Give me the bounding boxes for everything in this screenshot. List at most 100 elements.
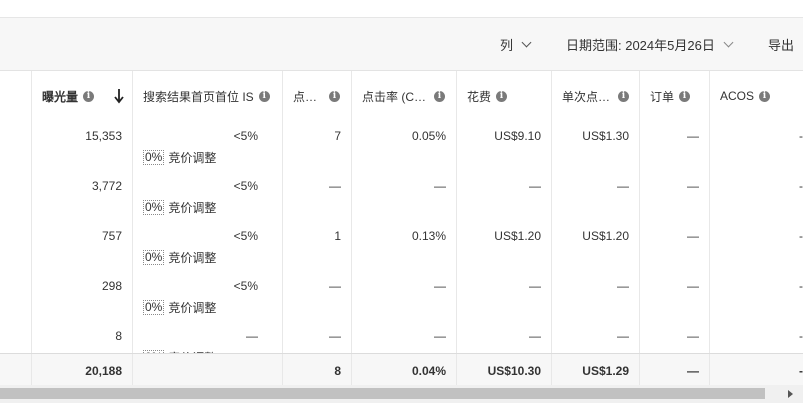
top-is-cell: <5% 0% 竞价调整 (133, 170, 283, 220)
header-orders[interactable]: 订单 i (640, 71, 710, 121)
info-icon[interactable]: i (329, 90, 341, 102)
header-cpc[interactable]: 单次点… i (552, 71, 640, 121)
header-acos[interactable]: ACOS i (710, 71, 803, 121)
horizontal-scrollbar[interactable] (0, 385, 803, 403)
acos-value: - (799, 129, 803, 143)
orders-value-cell: — (640, 120, 710, 170)
total-acos-cell: - (710, 354, 803, 386)
header-clicks[interactable]: 点… i (283, 71, 352, 121)
header-spend-label: 花费 (467, 89, 492, 104)
row-spacer-cell (0, 220, 32, 270)
impressions-value-cell: 15,353 (32, 120, 133, 170)
acos-value-cell: - (710, 270, 803, 320)
ctr-value-cell: — (352, 270, 457, 320)
clicks-value: 7 (334, 129, 341, 143)
sort-descending-icon[interactable] (114, 88, 124, 104)
clicks-value-cell: 7 (283, 120, 352, 170)
bid-adjust-label: 竞价调整 (168, 301, 217, 315)
spend-value: US$9.10 (494, 129, 541, 143)
bid-adjust-percent[interactable]: 0% (143, 150, 165, 165)
total-impressions-cell: 20,188 (32, 354, 133, 386)
orders-value: — (687, 229, 699, 243)
total-cpc: US$1.29 (582, 364, 629, 378)
clicks-value: — (329, 179, 341, 193)
total-spend-cell: US$10.30 (457, 354, 552, 386)
ctr-value-cell: — (352, 170, 457, 220)
cpc-value: US$1.20 (582, 229, 629, 243)
row-spacer-cell (0, 120, 32, 170)
bid-adjustment[interactable]: 0%竞价调整 (143, 149, 216, 166)
top-is-value: <5% (233, 129, 258, 143)
cpc-value: — (617, 329, 629, 343)
table-header-row: 曝光量 i 搜索结果首页首位 IS i 点… i 点击率 (C… i 花费 i … (0, 70, 803, 122)
header-ctr[interactable]: 点击率 (C… i (352, 71, 457, 121)
bid-adjustment[interactable]: 0%竞价调整 (143, 299, 216, 316)
bid-adjustment[interactable]: 0%竞价调整 (143, 249, 216, 266)
bid-adjust-percent[interactable]: 0% (143, 300, 165, 315)
bid-adjustment[interactable]: 0%竞价调整 (143, 199, 216, 216)
top-is-value: <5% (233, 229, 258, 243)
info-icon[interactable]: i (496, 90, 508, 102)
total-spend: US$10.30 (487, 364, 541, 378)
header-top-is-label: 搜索结果首页首位 IS (143, 89, 254, 104)
acos-value-cell: - (710, 120, 803, 170)
orders-value-cell: — (640, 220, 710, 270)
impressions-value-cell: 757 (32, 220, 133, 270)
header-top-of-search-is[interactable]: 搜索结果首页首位 IS i (133, 71, 283, 121)
bid-adjust-percent[interactable]: 0% (143, 250, 165, 265)
info-icon[interactable]: i (759, 90, 771, 102)
header-ctr-label: 点击率 (C… (362, 89, 426, 104)
bid-adjust-percent[interactable]: 0% (143, 200, 165, 215)
info-icon[interactable]: i (83, 90, 95, 102)
acos-value: - (799, 279, 803, 293)
clicks-value: — (329, 279, 341, 293)
spend-value: — (529, 329, 541, 343)
table-row: 15,353 <5% 0% 竞价调整 7 0.05% US$9.10 US$1.30 — - (0, 120, 803, 171)
row-spacer-cell (0, 270, 32, 320)
header-acos-label: ACOS (720, 89, 755, 103)
total-impressions: 20,188 (85, 364, 122, 378)
info-icon[interactable]: i (258, 90, 270, 102)
export-button[interactable]: 导出 (768, 35, 794, 54)
cpc-value-cell: US$1.20 (552, 220, 640, 270)
ctr-value: 0.13% (411, 229, 446, 243)
header-impressions[interactable]: 曝光量 i (32, 71, 133, 121)
orders-value-cell: — (640, 170, 710, 220)
top-is-cell: <5% 0% 竞价调整 (133, 270, 283, 320)
header-impressions-label: 曝光量 (42, 89, 79, 104)
impressions-value: 298 (101, 279, 122, 293)
info-icon[interactable]: i (679, 90, 691, 102)
header-cell-spacer (0, 71, 32, 121)
info-icon[interactable]: i (618, 90, 630, 102)
spend-value: — (529, 279, 541, 293)
scroll-right-arrow-icon[interactable] (788, 390, 793, 398)
scrollbar-thumb[interactable] (0, 388, 765, 399)
date-range-label: 日期范围: 2024年5月26日 (566, 38, 715, 53)
clicks-value-cell: — (283, 170, 352, 220)
cpc-value-cell: — (552, 270, 640, 320)
columns-dropdown[interactable]: 列 (500, 35, 532, 54)
spend-value-cell: — (457, 170, 552, 220)
orders-value-cell: — (640, 270, 710, 320)
top-is-value: <5% (233, 179, 258, 193)
header-orders-label: 订单 (650, 89, 675, 104)
bid-adjust-label: 竞价调整 (168, 251, 217, 265)
acos-value-cell: - (710, 170, 803, 220)
info-icon[interactable]: i (434, 90, 445, 102)
table-toolbar: 列 日期范围: 2024年5月26日 导出 (0, 18, 803, 70)
orders-value: — (687, 329, 699, 343)
impressions-value-cell: 298 (32, 270, 133, 320)
spend-value: — (529, 179, 541, 193)
acos-value: - (799, 329, 803, 343)
orders-value: — (687, 279, 699, 293)
clicks-value-cell: — (283, 270, 352, 320)
total-ctr-cell: 0.04% (352, 354, 457, 386)
cpc-value: US$1.30 (582, 129, 629, 143)
top-is-cell: <5% 0% 竞价调整 (133, 120, 283, 170)
ctr-value: 0.05% (411, 129, 446, 143)
table-row: 757 <5% 0% 竞价调整 1 0.13% US$1.20 US$1.20 — - (0, 220, 803, 271)
header-spend[interactable]: 花费 i (457, 71, 552, 121)
orders-value: — (687, 129, 699, 143)
date-range-dropdown[interactable]: 日期范围: 2024年5月26日 (566, 35, 734, 54)
header-cpc-label: 单次点… (562, 89, 611, 104)
